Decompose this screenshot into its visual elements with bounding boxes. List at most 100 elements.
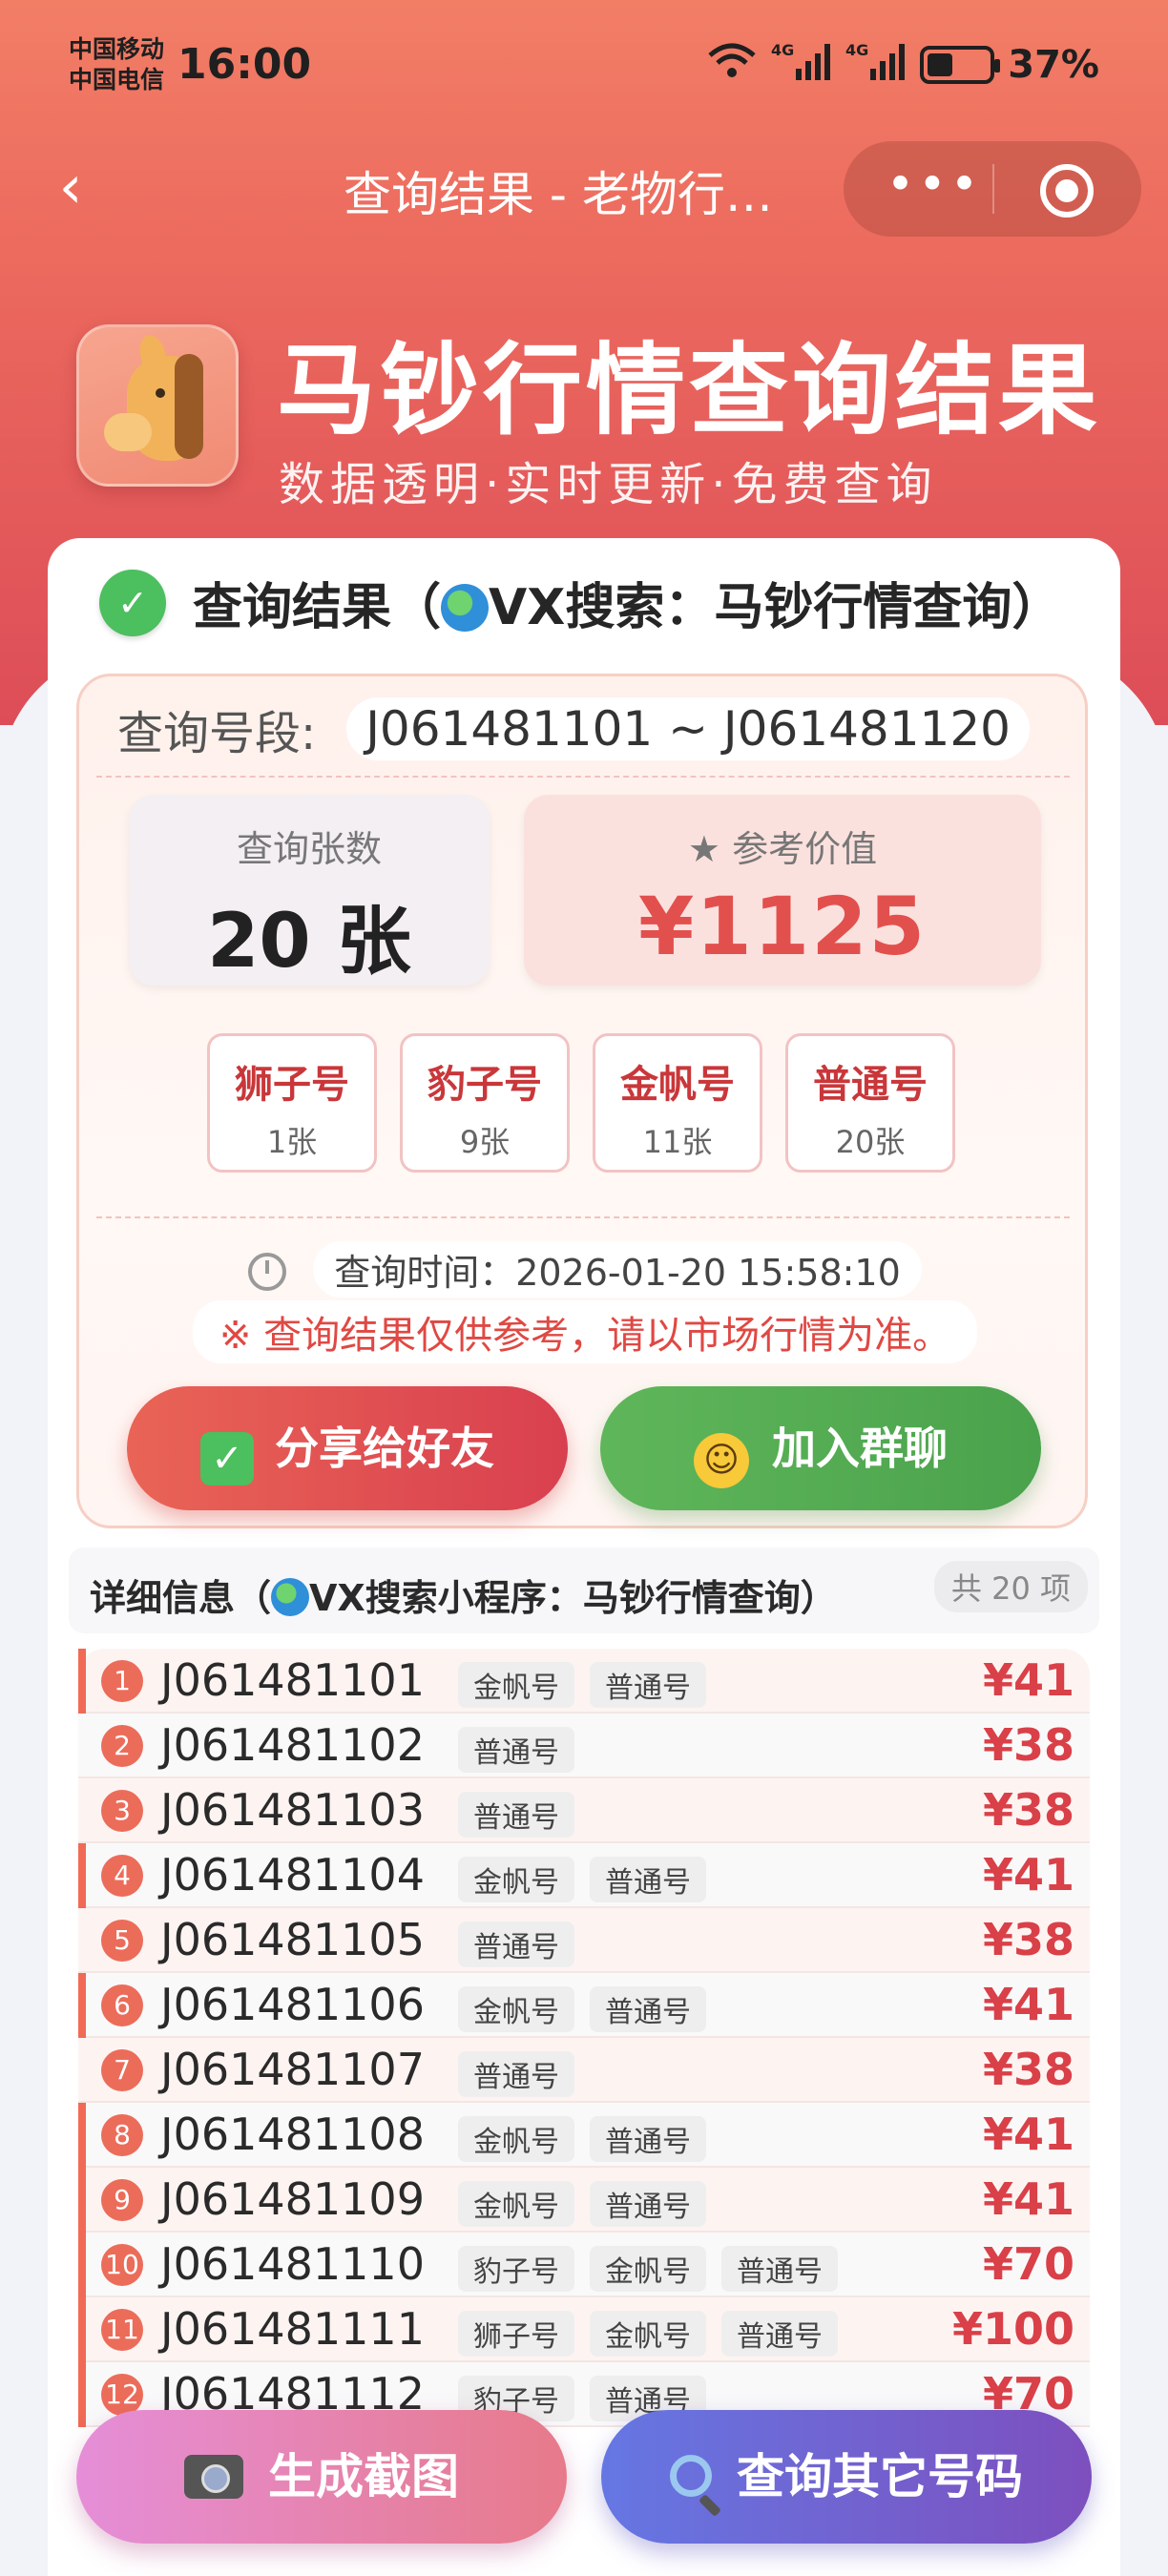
- wifi-icon: [706, 42, 758, 87]
- tag-count: 1张: [266, 1124, 318, 1160]
- capsule-divider: [992, 164, 994, 214]
- tag-name: 普通号: [813, 1063, 928, 1107]
- row-tags: 普通号: [458, 1792, 574, 1838]
- row-tag: 豹子号: [458, 2246, 574, 2292]
- join-group-button[interactable]: ☺ 加入群聊: [600, 1386, 1041, 1510]
- row-tag: 普通号: [590, 1986, 706, 2032]
- row-index: 6: [101, 1984, 143, 2026]
- row-price: ¥41: [982, 1654, 1074, 1706]
- query-other-label: 查询其它号码: [737, 2449, 1023, 2504]
- row-index: 1: [101, 1660, 143, 1702]
- row-price: ¥41: [982, 1849, 1074, 1901]
- nav-bar: ‹ 查询结果 - 老物行… •••: [0, 134, 1168, 258]
- row-tag: 金帆号: [590, 2311, 706, 2357]
- row-serial-code: J061481103: [160, 1784, 425, 1836]
- row-price: ¥38: [982, 2044, 1074, 2095]
- result-header: ✓ 查询结果（ VX搜索：马钞行情查询）: [99, 567, 1061, 638]
- table-row[interactable]: 10 J061481110 豹子号 金帆号 普通号 ¥70: [78, 2233, 1090, 2297]
- horse-eye: [156, 388, 165, 398]
- tag-name: 豹子号: [428, 1063, 542, 1107]
- row-serial-code: J061481110: [160, 2238, 425, 2290]
- search-icon: [670, 2455, 712, 2497]
- share-label: 分享给好友: [275, 1423, 494, 1474]
- tag-count: 11张: [642, 1124, 713, 1160]
- horse-mane: [175, 354, 203, 459]
- screenshot-label: 生成截图: [268, 2449, 459, 2504]
- more-dots-icon[interactable]: •••: [882, 160, 987, 218]
- check-mark-icon: ✓: [200, 1432, 254, 1485]
- carrier-2: 中国电信: [69, 66, 165, 93]
- value-amount: ¥1125: [637, 880, 928, 973]
- row-price: ¥38: [982, 1784, 1074, 1836]
- table-row[interactable]: 1 J061481101 金帆号 普通号 ¥41: [78, 1649, 1090, 1714]
- row-tags: 普通号: [458, 2051, 574, 2097]
- row-tag: 普通号: [458, 1727, 574, 1773]
- row-tag: 普通号: [458, 1922, 574, 1967]
- row-tag: 金帆号: [458, 1986, 574, 2032]
- query-other-button[interactable]: 查询其它号码: [601, 2410, 1092, 2544]
- battery-icon: [920, 45, 1001, 84]
- row-tags: 普通号: [458, 1922, 574, 1967]
- svg-text:4G: 4G: [845, 41, 868, 59]
- row-index: 9: [101, 2179, 143, 2221]
- row-index: 4: [101, 1855, 143, 1897]
- row-index: 2: [101, 1725, 143, 1767]
- row-tags: 狮子号 金帆号 普通号: [458, 2311, 838, 2357]
- tag-name: 金帆号: [620, 1063, 735, 1107]
- query-time: 查询时间：2026-01-20 15:58:10: [313, 1241, 922, 1298]
- row-tags: 金帆号 普通号: [458, 2116, 706, 2162]
- row-tag: 金帆号: [590, 2246, 706, 2292]
- row-tag: 普通号: [458, 1792, 574, 1838]
- table-row[interactable]: 7 J061481107 普通号 ¥38: [78, 2038, 1090, 2103]
- main-card: ✓ 查询结果（ VX搜索：马钞行情查询） 查询号段: J061481101 ~ J…: [48, 538, 1120, 2576]
- table-row[interactable]: 11 J061481111 狮子号 金帆号 普通号 ¥100: [78, 2297, 1090, 2362]
- tag-summary-leopard: 豹子号 9张: [400, 1033, 570, 1173]
- range-row: 查询号段: J061481101 ~ J061481120: [117, 696, 1030, 762]
- result-title-suffix: VX搜索：马钞行情查询）: [489, 579, 1062, 636]
- row-accent: [78, 1843, 86, 1908]
- horse-muzzle: [104, 413, 152, 451]
- status-bar: 中国移动 中国电信 16:00 4G 4G 37%: [0, 0, 1168, 134]
- count-card: 查询张数 20 张: [129, 795, 490, 986]
- horse-icon: [76, 324, 239, 487]
- share-button[interactable]: ✓ 分享给好友: [127, 1386, 568, 1510]
- row-tag: 普通号: [721, 2246, 838, 2292]
- join-group-label: 加入群聊: [772, 1423, 948, 1474]
- row-serial-code: J061481108: [160, 2109, 425, 2160]
- row-price: ¥41: [982, 2173, 1074, 2225]
- signal-icon-2: 4G: [845, 40, 907, 89]
- svg-text:4G: 4G: [771, 41, 794, 59]
- row-tag: 金帆号: [458, 2116, 574, 2162]
- table-row[interactable]: 2 J061481102 普通号 ¥38: [78, 1714, 1090, 1778]
- nav-title: 查询结果 - 老物行…: [344, 167, 773, 222]
- table-row[interactable]: 4 J061481104 金帆号 普通号 ¥41: [78, 1843, 1090, 1908]
- row-tag: 金帆号: [458, 1662, 574, 1708]
- tag-summary-sail: 金帆号 11张: [593, 1033, 762, 1173]
- table-row[interactable]: 6 J061481106 金帆号 普通号 ¥41: [78, 1973, 1090, 2038]
- check-circle-icon: ✓: [99, 569, 166, 636]
- row-accent: [78, 1973, 86, 2038]
- target-circle-icon[interactable]: [1040, 164, 1094, 218]
- row-accent: [78, 2233, 86, 2297]
- tag-count: 20张: [835, 1124, 906, 1160]
- carrier-1: 中国移动: [69, 35, 165, 63]
- row-tag: 普通号: [590, 2181, 706, 2227]
- table-row[interactable]: 8 J061481108 金帆号 普通号 ¥41: [78, 2103, 1090, 2168]
- row-tags: 金帆号 普通号: [458, 1857, 706, 1902]
- carrier-info: 中国移动 中国电信: [69, 34, 164, 95]
- generate-screenshot-button[interactable]: 生成截图: [76, 2410, 567, 2544]
- table-row[interactable]: 5 J061481105 普通号 ¥38: [78, 1908, 1090, 1973]
- signal-icon-1: 4G: [771, 40, 832, 89]
- count-value: 20 张: [207, 899, 411, 985]
- back-button[interactable]: ‹: [42, 157, 99, 218]
- table-row[interactable]: 9 J061481109 金帆号 普通号 ¥41: [78, 2168, 1090, 2233]
- value-label: ★ 参考价值: [687, 828, 878, 870]
- camera-icon: [184, 2455, 243, 2499]
- result-title: 查询结果（ VX搜索：马钞行情查询）: [193, 567, 1061, 638]
- divider: [96, 1216, 1070, 1218]
- disclaimer-note: ※ 查询结果仅供参考，请以市场行情为准。: [192, 1300, 978, 1363]
- mini-program-capsule: •••: [844, 141, 1141, 237]
- row-tag: 金帆号: [458, 2181, 574, 2227]
- row-tag: 普通号: [590, 2116, 706, 2162]
- table-row[interactable]: 3 J061481103 普通号 ¥38: [78, 1778, 1090, 1843]
